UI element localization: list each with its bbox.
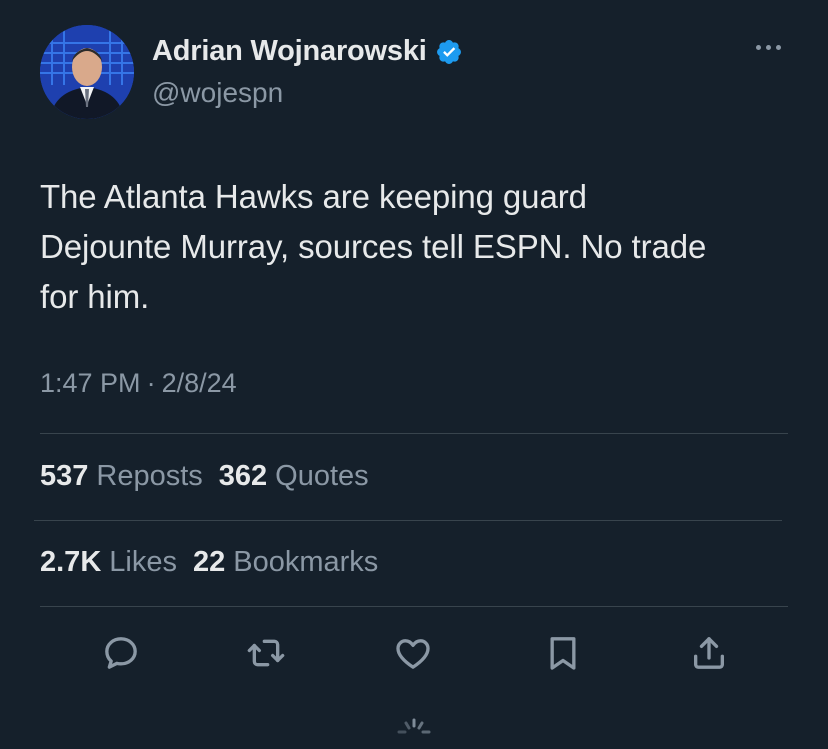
timestamp-separator: · bbox=[146, 368, 156, 398]
bookmark-button[interactable] bbox=[538, 628, 588, 678]
likes-stat[interactable]: 2.7K Likes bbox=[40, 546, 177, 579]
reposts-count: 537 bbox=[40, 460, 89, 492]
author-name-row: Adrian Wojnarowski bbox=[152, 35, 463, 68]
stats-row-likes-bookmarks: 2.7K Likes 22 Bookmarks bbox=[40, 546, 378, 579]
quotes-count: 362 bbox=[218, 460, 268, 492]
like-icon bbox=[396, 639, 430, 669]
repost-button[interactable] bbox=[241, 628, 291, 678]
tweet-text: The Atlanta Hawks are keeping guard Dejo… bbox=[40, 178, 707, 315]
repost-icon bbox=[247, 639, 285, 667]
reposts-stat[interactable]: 537 Reposts bbox=[40, 460, 203, 493]
quotes-stat[interactable]: 362 Quotes bbox=[219, 460, 369, 493]
share-button[interactable] bbox=[684, 628, 734, 678]
bookmarks-label: Bookmarks bbox=[233, 546, 379, 578]
more-options-icon[interactable] bbox=[748, 35, 788, 59]
loading-spinner-icon bbox=[394, 718, 434, 744]
divider bbox=[40, 433, 788, 434]
avatar[interactable] bbox=[40, 25, 134, 119]
like-button[interactable] bbox=[388, 628, 438, 678]
divider bbox=[40, 606, 788, 607]
tweet-header: Adrian Wojnarowski @wojespn bbox=[40, 25, 788, 121]
tweet-time: 1:47 PM bbox=[40, 368, 141, 398]
reply-icon bbox=[105, 637, 137, 669]
bookmark-icon bbox=[550, 637, 576, 670]
divider bbox=[34, 520, 782, 521]
bookmarks-stat[interactable]: 22 Bookmarks bbox=[193, 546, 378, 579]
quotes-label: Quotes bbox=[275, 460, 369, 492]
tweet-timestamp[interactable]: 1:47 PM · 2/8/24 bbox=[40, 368, 237, 399]
verified-badge-icon bbox=[435, 38, 463, 66]
share-icon bbox=[694, 637, 724, 669]
reposts-label: Reposts bbox=[96, 460, 203, 492]
stats-row-reposts-quotes: 537 Reposts 362 Quotes bbox=[40, 460, 369, 493]
reply-button[interactable] bbox=[96, 628, 146, 678]
likes-count: 2.7K bbox=[40, 546, 102, 578]
author-display-name[interactable]: Adrian Wojnarowski bbox=[152, 35, 427, 68]
author-handle[interactable]: @wojespn bbox=[152, 77, 283, 109]
tweet-actions-bar bbox=[96, 628, 736, 678]
bookmarks-count: 22 bbox=[192, 546, 226, 578]
tweet-date: 2/8/24 bbox=[161, 368, 237, 398]
likes-label: Likes bbox=[109, 546, 177, 578]
